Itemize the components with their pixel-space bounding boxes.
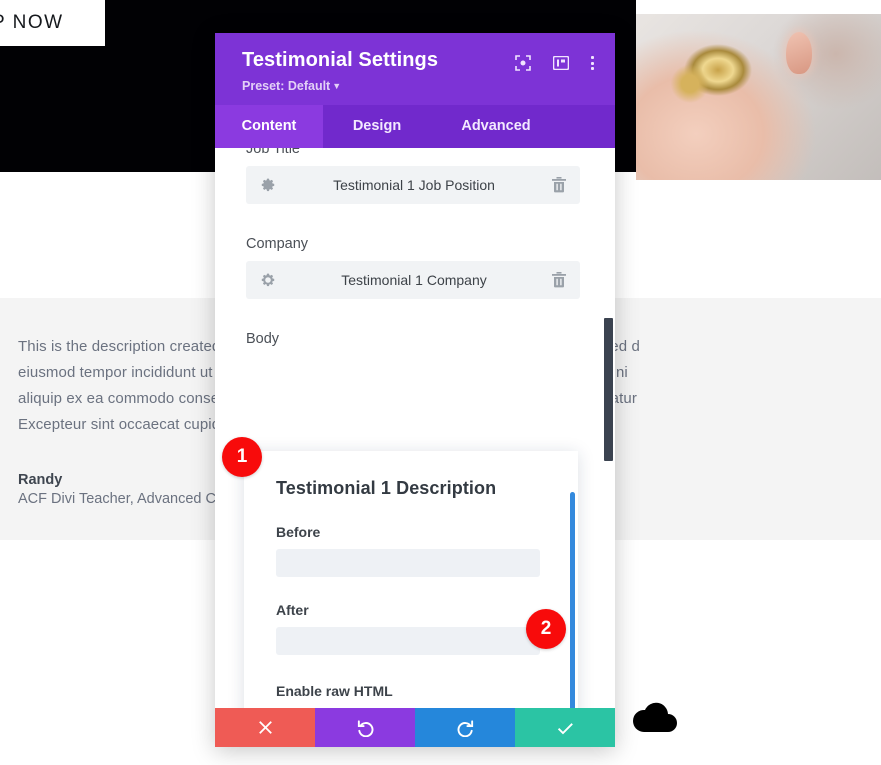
layout-columns-icon[interactable]	[553, 56, 569, 70]
settings-footer	[215, 708, 615, 747]
before-input[interactable]	[276, 549, 540, 577]
callout-badge-1: 1	[222, 437, 262, 477]
before-field-label: Before	[276, 524, 321, 540]
overlay-content: Testimonial 1 Description Before After E…	[244, 451, 578, 708]
field-label-body: Body	[246, 331, 280, 347]
settings-scrollbar[interactable]	[604, 318, 613, 461]
hero-photo-spacer	[636, 180, 881, 194]
job-title-label-clip: Job Title	[215, 148, 615, 162]
overlay-scrollbar[interactable]	[570, 492, 575, 708]
settings-tabs: Content Design Advanced	[215, 105, 615, 148]
settings-header: Testimonial Settings Preset: Default ▼	[215, 33, 615, 105]
after-input[interactable]	[276, 627, 540, 655]
screenshot-root: P NOW This is the description created it…	[0, 0, 881, 765]
field-value-company[interactable]: Testimonial 1 Company	[276, 272, 552, 288]
cancel-button[interactable]	[215, 708, 315, 747]
close-icon	[258, 721, 272, 734]
redo-icon	[457, 720, 473, 737]
redo-button[interactable]	[415, 708, 515, 747]
callout-badge-2: 2	[526, 609, 566, 649]
save-button[interactable]	[515, 708, 615, 747]
raw-html-overlay: Testimonial 1 Description Before After E…	[244, 451, 578, 708]
tab-design[interactable]: Design	[323, 105, 431, 148]
field-label-job-title: Job Title	[246, 148, 300, 157]
chevron-down-icon: ▼	[332, 81, 342, 91]
raw-html-toggle-label: Enable raw HTML	[276, 683, 393, 699]
field-row-job-title[interactable]: Testimonial 1 Job Position	[246, 166, 580, 204]
more-vertical-icon[interactable]	[591, 56, 594, 70]
undo-icon	[357, 720, 373, 737]
gear-icon[interactable]	[260, 177, 276, 193]
cloud-icon	[630, 700, 680, 743]
hero-product-photo	[636, 14, 881, 180]
field-value-job-title[interactable]: Testimonial 1 Job Position	[276, 177, 552, 193]
trash-icon[interactable]	[552, 177, 566, 193]
gear-icon[interactable]	[260, 272, 276, 288]
check-icon	[557, 722, 573, 734]
preset-selector[interactable]: Preset: Default ▼	[242, 79, 589, 93]
trash-icon[interactable]	[552, 272, 566, 288]
undo-button[interactable]	[315, 708, 415, 747]
field-label-company: Company	[246, 236, 309, 252]
tab-advanced[interactable]: Advanced	[431, 105, 561, 148]
focus-target-icon[interactable]	[515, 55, 531, 71]
tab-content[interactable]: Content	[215, 105, 323, 148]
hero-cta-label[interactable]: P NOW	[0, 12, 92, 36]
overlay-title: Testimonial 1 Description	[276, 478, 497, 498]
after-field-label: After	[276, 602, 309, 618]
field-row-company[interactable]: Testimonial 1 Company	[246, 261, 580, 299]
preset-label: Preset: Default	[242, 79, 331, 93]
settings-header-icons	[515, 55, 594, 71]
